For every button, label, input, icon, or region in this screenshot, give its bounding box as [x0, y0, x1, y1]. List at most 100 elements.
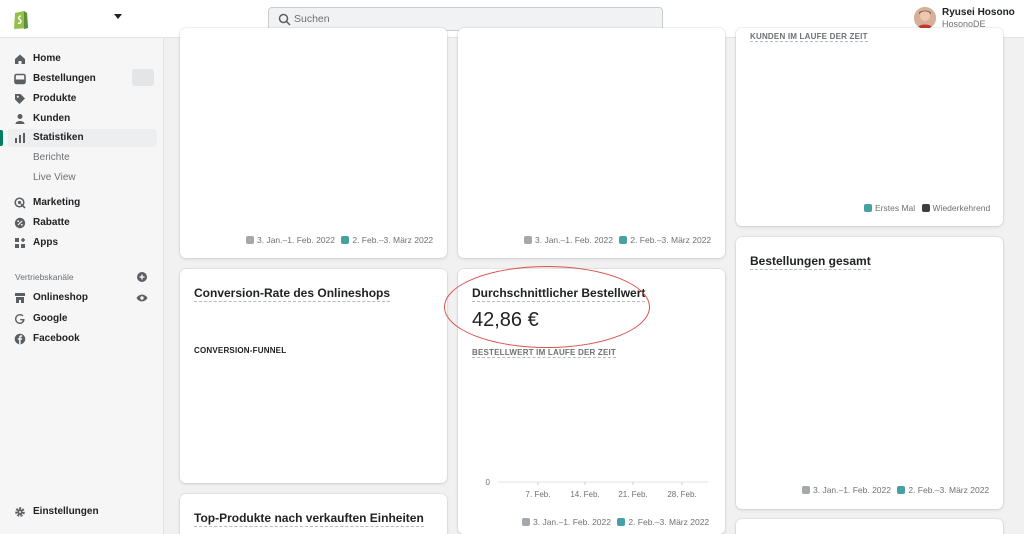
legend-swatch	[802, 486, 810, 494]
average-order-value-card: Durchschnittlicher Bestellwert 42,86 € B…	[458, 269, 725, 534]
top-products-card: Top-Produkte nach verkauften Einheiten	[180, 494, 447, 534]
legend-item[interactable]: 3. Jan.–1. Feb. 2022	[524, 235, 613, 245]
sessions-chart-card: 3. Jan.–1. Feb. 2022 2. Feb.–3. März 202…	[458, 28, 725, 258]
sidebar-item-live-view[interactable]: Live View	[8, 169, 157, 187]
gear-icon	[15, 507, 25, 517]
orders-count-badge	[132, 69, 154, 86]
legend-item[interactable]: 2. Feb.–3. März 2022	[341, 235, 433, 245]
store-icon	[15, 293, 25, 303]
legend-swatch	[921, 204, 930, 212]
legend-swatch	[524, 236, 532, 244]
legend-swatch	[864, 204, 872, 212]
chart-subtitle: CONVERSION-FUNNEL	[194, 346, 287, 355]
shopify-logo-icon[interactable]	[12, 8, 30, 30]
conversion-rate-card: Conversion-Rate des Onlineshops CONVERSI…	[180, 269, 447, 483]
sidebar-item-label: Google	[33, 313, 68, 324]
sidebar: Home Bestellungen Produkte Kunden Statis…	[0, 38, 164, 534]
x-tick-label: 28. Feb.	[667, 490, 696, 499]
chart-legend: Erstes Mal Wiederkehrend	[864, 203, 994, 213]
discount-icon	[14, 217, 26, 229]
sidebar-item-home[interactable]: Home	[8, 50, 157, 68]
x-tick-label: 21. Feb.	[618, 490, 647, 499]
sidebar-item-label: Rabatte	[33, 217, 70, 228]
chart-subtitle: KUNDEN IM LAUFE DER ZEIT	[750, 32, 868, 42]
search-icon	[278, 13, 291, 26]
legend-label: Wiederkehrend	[932, 203, 991, 213]
legend-label: 3. Jan.–1. Feb. 2022	[257, 235, 335, 245]
legend-label: 2. Feb.–3. März 2022	[908, 485, 990, 495]
legend-item[interactable]: 2. Feb.–3. März 2022	[619, 235, 711, 245]
tag-icon	[15, 94, 25, 104]
x-tick-label: 7. Feb.	[526, 490, 551, 499]
search-input[interactable]	[294, 9, 654, 29]
sidebar-item-reports[interactable]: Berichte	[8, 149, 157, 167]
sidebar-item-google[interactable]: Google	[8, 310, 157, 328]
total-orders-card: Bestellungen gesamt 3. Jan.–1. Feb. 2022…	[736, 237, 1003, 509]
add-channel-plus-icon[interactable]	[137, 272, 147, 282]
sidebar-item-label: Home	[33, 53, 61, 64]
sidebar-item-label: Bestellungen	[33, 73, 96, 84]
sidebar-item-facebook[interactable]: Facebook	[8, 330, 157, 348]
google-icon	[15, 314, 25, 324]
next-report-card	[736, 519, 1003, 534]
sidebar-item-customers[interactable]: Kunden	[8, 110, 157, 128]
sales-chart-card: 3. Jan.–1. Feb. 2022 2. Feb.–3. März 202…	[180, 28, 447, 258]
legend-item[interactable]: 3. Jan.–1. Feb. 2022	[522, 517, 611, 527]
sidebar-item-online-store[interactable]: Onlineshop	[8, 289, 157, 307]
legend-label: 3. Jan.–1. Feb. 2022	[533, 517, 611, 527]
card-title[interactable]: Top-Produkte nach verkauften Einheiten	[194, 511, 424, 527]
legend-swatch	[897, 486, 906, 494]
legend-item[interactable]: 2. Feb.–3. März 2022	[897, 485, 989, 495]
legend-label: Erstes Mal	[875, 203, 916, 213]
bar-chart-icon	[15, 133, 25, 143]
chart-legend: 3. Jan.–1. Feb. 2022 2. Feb.–3. März 202…	[802, 485, 993, 495]
target-icon	[14, 197, 26, 209]
sidebar-item-label: Onlineshop	[33, 292, 88, 303]
legend-label: 3. Jan.–1. Feb. 2022	[535, 235, 613, 245]
sidebar-item-label: Facebook	[33, 333, 80, 344]
card-title[interactable]: Durchschnittlicher Bestellwert	[472, 286, 646, 302]
sidebar-item-label: Einstellungen	[33, 506, 99, 517]
avatar	[914, 7, 936, 29]
legend-swatch	[522, 518, 530, 526]
y-tick-label: 0	[486, 478, 491, 487]
sidebar-item-label: Statistiken	[33, 132, 84, 143]
average-order-value: 42,86 €	[472, 309, 539, 331]
legend-swatch	[619, 236, 628, 244]
apps-icon	[15, 238, 25, 248]
returning-customers-card: KUNDEN IM LAUFE DER ZEIT Erstes Mal Wied…	[736, 28, 1003, 226]
sidebar-item-label: Live View	[33, 172, 76, 183]
legend-swatch	[617, 518, 626, 526]
view-store-eye-icon[interactable]	[136, 293, 148, 303]
legend-item[interactable]: Erstes Mal	[864, 203, 915, 213]
sidebar-item-label: Marketing	[33, 197, 81, 208]
sidebar-item-products[interactable]: Produkte	[8, 90, 157, 108]
legend-item[interactable]: 3. Jan.–1. Feb. 2022	[246, 235, 335, 245]
card-title[interactable]: Bestellungen gesamt	[750, 254, 871, 270]
card-title[interactable]: Conversion-Rate des Onlineshops	[194, 286, 391, 302]
inbox-icon	[14, 73, 26, 85]
legend-swatch	[246, 236, 254, 244]
sales-channels-heading: Vertriebskanäle	[15, 272, 74, 282]
chart-legend: 3. Jan.–1. Feb. 2022 2. Feb.–3. März 202…	[522, 517, 713, 527]
sidebar-item-label: Apps	[33, 237, 58, 248]
sidebar-item-label: Produkte	[33, 93, 77, 104]
legend-label: 3. Jan.–1. Feb. 2022	[813, 485, 891, 495]
sidebar-item-label: Berichte	[33, 152, 70, 163]
sidebar-item-apps[interactable]: Apps	[8, 234, 157, 252]
sidebar-item-analytics[interactable]: Statistiken	[8, 129, 157, 147]
chart-legend: 3. Jan.–1. Feb. 2022 2. Feb.–3. März 202…	[524, 235, 715, 245]
sidebar-item-marketing[interactable]: Marketing	[8, 194, 157, 212]
sidebar-item-discounts[interactable]: Rabatte	[8, 214, 157, 232]
sidebar-item-settings[interactable]: Einstellungen	[8, 503, 157, 521]
aov-line-chart: 0 7. Feb. 14. Feb. 21. Feb. 28. Feb.	[486, 478, 708, 499]
user-name: Ryusei Hosono	[942, 7, 1015, 18]
legend-label: 2. Feb.–3. März 2022	[352, 235, 434, 245]
facebook-icon	[14, 333, 26, 345]
home-icon	[15, 54, 25, 64]
legend-item[interactable]: Wiederkehrend	[921, 203, 991, 213]
store-switcher-chevron-down-icon[interactable]	[114, 14, 122, 19]
legend-label: 2. Feb.–3. März 2022	[630, 235, 712, 245]
legend-item[interactable]: 2. Feb.–3. März 2022	[617, 517, 709, 527]
legend-item[interactable]: 3. Jan.–1. Feb. 2022	[802, 485, 891, 495]
